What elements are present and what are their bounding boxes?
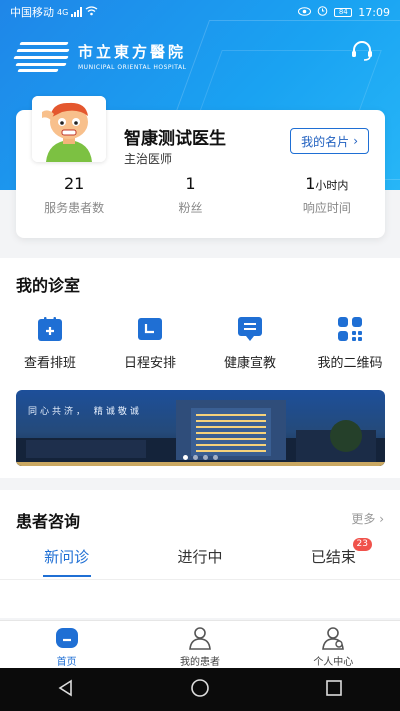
doctor-profile-card: 智康测试医生 主治医师 我的名片 › 21 服务患者数 1 粉丝 1小时内 响应… bbox=[16, 96, 385, 238]
tab-new-consult[interactable]: 新问诊 bbox=[0, 546, 133, 577]
my-card-button[interactable]: 我的名片 › bbox=[290, 128, 369, 154]
tab-finished[interactable]: 已结束 23 bbox=[267, 538, 400, 577]
nav-home[interactable]: 首页 bbox=[0, 621, 133, 668]
count-badge: 23 bbox=[352, 538, 372, 551]
section-title: 我的诊室 bbox=[16, 276, 81, 295]
back-icon[interactable] bbox=[57, 679, 75, 701]
health-education-icon bbox=[237, 316, 263, 342]
clock-time: 17:09 bbox=[358, 5, 390, 19]
tool-label: 我的二维码 bbox=[317, 356, 383, 371]
stat-response-time: 1小时内 响应时间 bbox=[249, 174, 385, 216]
nav-label: 首页 bbox=[56, 657, 77, 668]
patient-consultation-section: 患者咨询 更多 › 新问诊 进行中 已结束 23 bbox=[0, 490, 400, 618]
tool-label: 查看排班 bbox=[23, 356, 76, 371]
my-card-label: 我的名片 bbox=[301, 134, 350, 149]
avatar bbox=[32, 96, 106, 162]
tab-label: 新问诊 bbox=[44, 548, 90, 566]
system-navigation-bar bbox=[0, 668, 400, 711]
status-bar: 中国移动 4G 84 17:09 bbox=[0, 0, 400, 24]
tool-label: 日程安排 bbox=[123, 356, 176, 371]
wifi-icon bbox=[85, 5, 98, 19]
chevron-right-icon: › bbox=[379, 512, 384, 526]
nav-profile[interactable]: 个人中心 bbox=[267, 621, 400, 668]
hospital-name-cn: 市立東方醫院 bbox=[78, 43, 187, 61]
more-link[interactable]: 更多 › bbox=[351, 510, 384, 527]
network-label: 4G bbox=[57, 7, 69, 17]
carrier-label: 中国移动 bbox=[10, 6, 54, 19]
nav-label: 个人中心 bbox=[313, 657, 354, 668]
stat-patients-served: 21 服务患者数 bbox=[16, 174, 132, 216]
stat-unit: 小时内 bbox=[315, 179, 349, 192]
home-circle-icon[interactable] bbox=[190, 678, 210, 702]
schedule-icon bbox=[37, 316, 63, 342]
recent-apps-icon[interactable] bbox=[325, 679, 343, 701]
tool-calendar[interactable]: 日程安排 bbox=[100, 316, 200, 371]
nav-my-patients[interactable]: 我的患者 bbox=[133, 621, 266, 668]
hospital-logo: 市立東方醫院 MUNICIPAL ORIENTAL HOSPITAL bbox=[13, 40, 187, 72]
hospital-banner[interactable]: 同心共济， 精诚敬诚 bbox=[16, 390, 385, 466]
alarm-icon bbox=[317, 5, 328, 19]
doctor-stats: 21 服务患者数 1 粉丝 1小时内 响应时间 bbox=[16, 174, 385, 216]
stat-label: 响应时间 bbox=[302, 201, 351, 215]
eye-icon bbox=[298, 6, 312, 19]
nav-label: 我的患者 bbox=[179, 657, 220, 668]
signal-icon bbox=[71, 7, 83, 17]
customer-service-icon[interactable] bbox=[350, 40, 374, 62]
my-clinic-section: 我的诊室 查看排班 日程安排 健康宣教 我的二维码 同心共济， 精诚敬诚 bbox=[0, 258, 400, 478]
consult-tabs: 新问诊 进行中 已结束 23 bbox=[0, 538, 400, 577]
banner-slogan: 同心共济， 精诚敬诚 bbox=[28, 407, 142, 417]
patients-icon bbox=[187, 625, 213, 651]
profile-icon bbox=[320, 625, 346, 651]
tool-schedule[interactable]: 查看排班 bbox=[0, 316, 100, 371]
stat-fans: 1 粉丝 bbox=[132, 174, 248, 216]
tab-label: 进行中 bbox=[177, 548, 223, 566]
hospital-logo-mark-icon bbox=[13, 40, 70, 72]
tool-qrcode[interactable]: 我的二维码 bbox=[300, 316, 400, 371]
tool-health-education[interactable]: 健康宣教 bbox=[200, 316, 300, 371]
tab-label: 已结束 bbox=[310, 548, 356, 566]
calendar-icon bbox=[137, 316, 163, 342]
bottom-navigation: 首页 我的患者 个人中心 bbox=[0, 620, 400, 668]
stat-value: 1 bbox=[305, 174, 316, 193]
divider bbox=[0, 579, 400, 580]
section-title: 患者咨询 bbox=[16, 512, 81, 531]
banner-pagination bbox=[16, 455, 385, 460]
stat-value: 1 bbox=[185, 174, 196, 193]
hospital-name-en: MUNICIPAL ORIENTAL HOSPITAL bbox=[78, 64, 187, 71]
more-label: 更多 bbox=[351, 512, 376, 526]
doctor-title: 主治医师 bbox=[124, 152, 173, 166]
stat-label: 服务患者数 bbox=[44, 201, 105, 215]
doctor-name: 智康测试医生 bbox=[124, 129, 226, 149]
stat-value: 21 bbox=[63, 174, 85, 193]
battery-icon: 84 bbox=[334, 7, 353, 17]
tab-in-progress[interactable]: 进行中 bbox=[133, 546, 266, 577]
stat-label: 粉丝 bbox=[178, 201, 203, 215]
chevron-right-icon: › bbox=[353, 134, 358, 148]
home-icon bbox=[54, 625, 80, 651]
qrcode-icon bbox=[337, 316, 363, 342]
tool-label: 健康宣教 bbox=[223, 356, 276, 371]
